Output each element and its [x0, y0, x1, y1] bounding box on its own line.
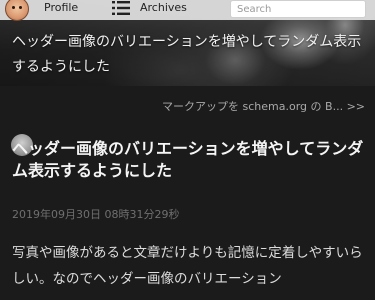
avatar-icon[interactable]: [5, 0, 29, 21]
nav-archives-link[interactable]: Archives: [140, 0, 187, 16]
related-article-link[interactable]: マークアップを schema.org の B... >>: [162, 98, 365, 114]
article-title[interactable]: ヘッダー画像のバリエーションを増やしてランダム表示するようにした: [12, 138, 367, 182]
top-nav: Profile Archives: [0, 0, 375, 21]
nav-profile-link[interactable]: Profile: [44, 0, 78, 16]
list-icon[interactable]: [112, 1, 130, 15]
header-banner: Profile Archives ヘッダー画像のバリエーションを増やしてランダム…: [0, 0, 375, 86]
article-body: 写真や画像があると文章だけよりも記憶に定着しやすいらしい。なのでヘッダー画像のバ…: [12, 245, 363, 287]
article-date: 2019年09月30日 08時31分29秒: [12, 208, 180, 221]
header-title[interactable]: ヘッダー画像のバリエーションを増やしてランダム表示するようにした: [12, 30, 362, 80]
search-input[interactable]: [230, 0, 366, 18]
